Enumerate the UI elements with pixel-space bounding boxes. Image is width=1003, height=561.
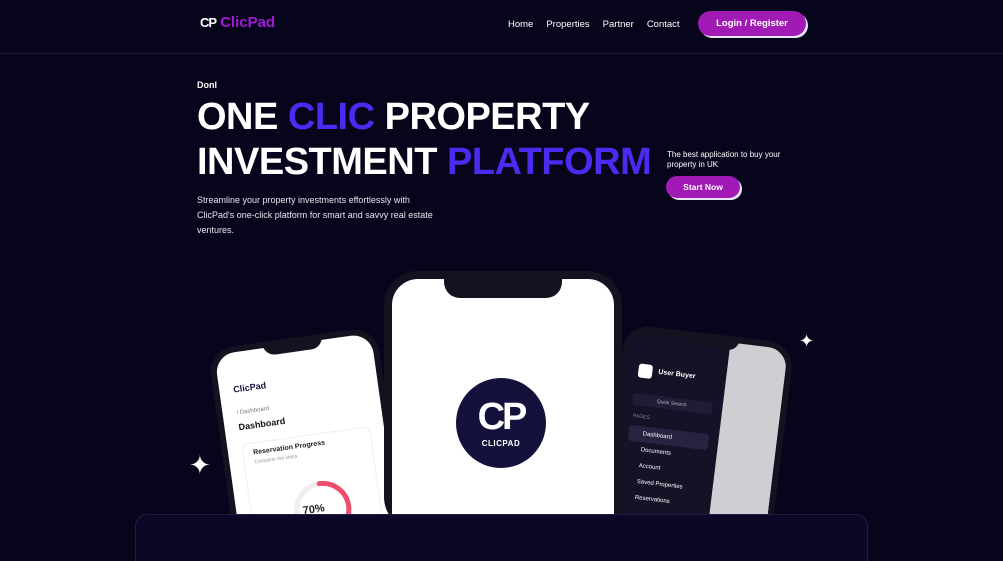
badge-letters: CP [477,396,528,438]
title-text: PROPERTY [374,96,591,138]
phone-brand-text: ClicPad [232,380,267,395]
start-now-button[interactable]: Start Now [666,176,740,198]
nav-link-partner[interactable]: Partner [603,19,634,30]
bottom-section-card [135,514,868,561]
hero-title-line-2: INVESTMENT PLATFORM [197,140,652,185]
side-note: The best application to buy your propert… [667,150,781,169]
logo-text: ClicPad [220,14,276,31]
logo[interactable]: CP ClicPad [200,14,275,31]
title-accent-clic: CLIC [287,96,375,138]
landing-page: CP ClicPad Home Properties Partner Conta… [0,0,1003,561]
breadcrumb: / Dashboard [236,405,270,417]
clicpad-badge: CP CLICPAD [456,378,546,468]
nav-link-home[interactable]: Home [508,19,533,30]
hero-title: ONE CLIC PROPERTY INVESTMENT PLATFORM [197,95,652,185]
user-name: User Buyer [657,368,696,381]
quick-search[interactable]: Quick Search [632,392,714,415]
sparkle-icon: ✦ [189,450,211,480]
hero-eyebrow: Donl [197,80,217,90]
navbar: CP ClicPad Home Properties Partner Conta… [0,0,1003,54]
badge-name: CLICPAD [481,439,521,448]
phone-notch [444,271,562,298]
sparkle-icon: ✦ [799,331,815,351]
title-text: ONE [197,96,288,138]
title-accent-platform: PLATFORM [446,141,652,183]
hero-description: Streamline your property investments eff… [197,195,433,235]
title-text: INVESTMENT [197,141,447,183]
nav-link-contact[interactable]: Contact [647,19,680,30]
phone-brand: ClicPad [233,380,267,394]
login-register-button[interactable]: Login / Register [698,11,806,36]
user-avatar [637,363,654,379]
nav-link-properties[interactable]: Properties [546,19,589,30]
sidebar-menu: Dashboard Documents Account Saved Proper… [620,424,710,514]
nav-links: Home Properties Partner Contact [508,19,680,30]
hero-title-line-1: ONE CLIC PROPERTY [197,95,651,140]
logo-mark: CP [200,15,217,30]
section-label: PAGES [632,412,650,422]
phone-dashboard-title: Dashboard [237,415,286,433]
